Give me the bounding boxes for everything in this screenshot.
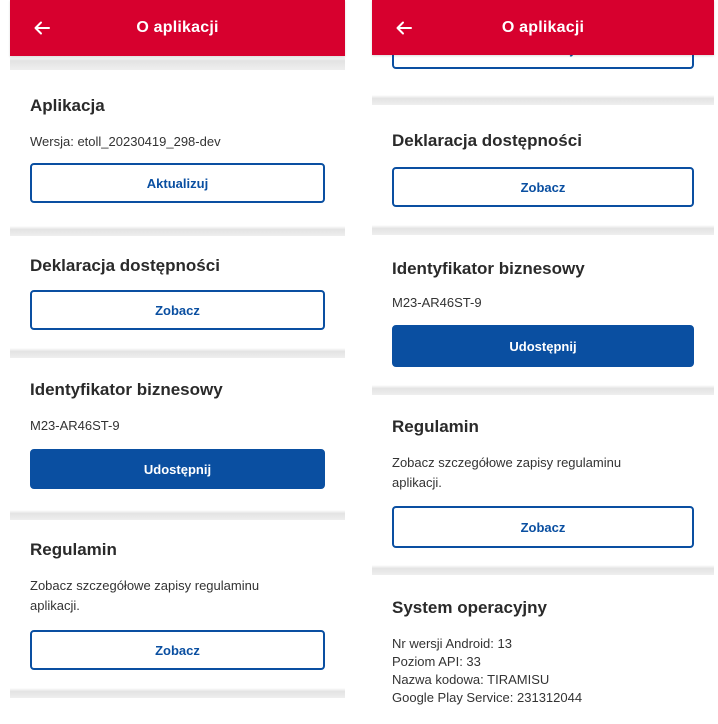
page-title: O aplikacji [501,18,585,36]
section-terms: Regulamin Zobacz szczegółowe zapisy regu… [10,520,345,690]
business-id-value: M23-AR46ST-9 [392,295,482,310]
screen-left: O aplikacji Aplikacja Wersja: etoll_2023… [0,0,355,724]
screen-right: O aplikacji Aktualizuj Deklaracja dostęp… [363,0,718,724]
os-android-version: Nr wersji Android: 13 [392,636,512,651]
section-heading: Identyfikator biznesowy [392,259,585,278]
section-heading: System operacyjny [392,598,547,617]
content: Aktualizuj Deklaracja dostępności Zobacz… [372,29,714,724]
section-divider [10,348,345,358]
accessibility-view-button[interactable]: Zobacz [392,167,694,207]
share-button[interactable]: Udostępnij [30,449,325,489]
terms-text: Zobacz szczegółowe zapisy regulaminu apl… [30,578,260,613]
section-divider [372,95,714,105]
terms-view-button[interactable]: Zobacz [392,506,694,548]
section-divider [10,688,345,698]
section-divider [372,225,714,235]
section-accessibility: Deklaracja dostępności Zobacz [10,236,345,349]
section-divider [372,385,714,395]
update-button[interactable]: Aktualizuj [30,163,325,203]
content: Aplikacja Wersja: etoll_20230419_298-dev… [10,56,345,724]
version-value: etoll_20230419_298-dev [77,134,221,149]
back-button[interactable] [28,14,56,42]
os-codename: Nazwa kodowa: TIRAMISU [392,672,550,687]
section-divider [10,510,345,520]
arrow-left-icon [34,21,50,35]
share-button[interactable]: Udostępnij [392,325,694,367]
section-heading: Deklaracja dostępności [30,256,220,275]
os-play-service: Google Play Service: 231312044 [392,690,583,705]
section-business-id: Identyfikator biznesowy M23-AR46ST-9 Udo… [372,235,714,385]
section-heading: Regulamin [30,540,117,559]
version-label: Wersja: [30,134,74,149]
os-api-level: Poziom API: 33 [392,654,481,669]
section-heading: Aplikacja [30,96,105,115]
section-application: Aplikacja Wersja: etoll_20230419_298-dev… [10,70,345,228]
version-text: Wersja: etoll_20230419_298-dev [30,132,325,152]
page-title: O aplikacji [136,19,219,36]
terms-view-button[interactable]: Zobacz [30,630,325,670]
section-os: System operacyjny Nr wersji Android: 13 … [372,575,714,724]
terms-text: Zobacz szczegółowe zapisy regulaminu apl… [392,455,622,490]
section-divider [10,56,345,70]
section-divider [372,565,714,575]
app-bar: O aplikacji [372,0,714,55]
accessibility-view-button[interactable]: Zobacz [30,290,325,330]
section-heading: Identyfikator biznesowy [30,380,223,399]
arrow-left-icon [396,21,412,35]
section-heading: Deklaracja dostępności [392,131,582,150]
section-business-id: Identyfikator biznesowy M23-AR46ST-9 Udo… [10,358,345,510]
section-terms: Regulamin Zobacz szczegółowe zapisy regu… [372,395,714,567]
section-accessibility: Deklaracja dostępności Zobacz [372,105,714,225]
section-divider [10,226,345,236]
section-heading: Regulamin [392,417,479,436]
back-button[interactable] [390,14,418,42]
app-bar: O aplikacji [10,0,345,56]
business-id-value: M23-AR46ST-9 [30,418,120,433]
